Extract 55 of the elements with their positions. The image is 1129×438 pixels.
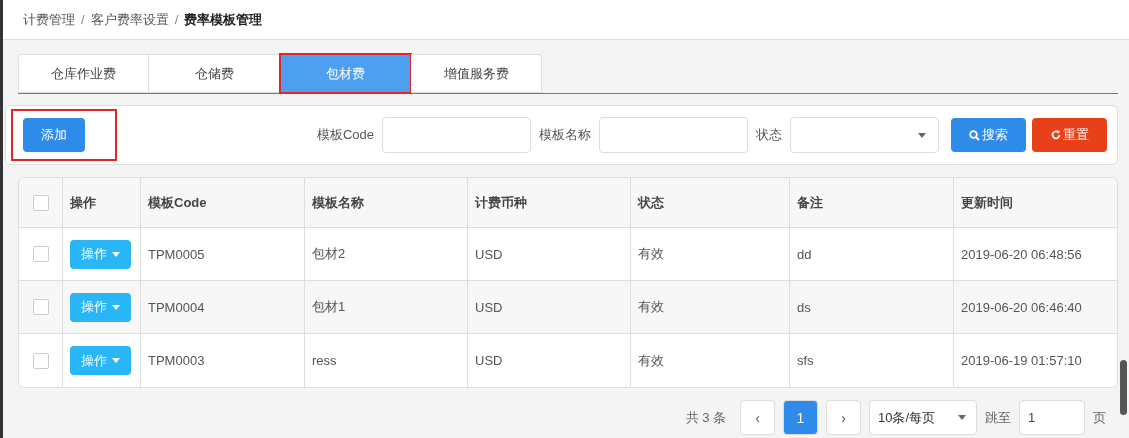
jump-label: 跳至 <box>985 408 1011 427</box>
filter-label: 状态 <box>756 126 782 144</box>
add-button[interactable]: 添加 <box>23 118 85 152</box>
status-select[interactable] <box>790 117 939 153</box>
table-cell: 2019-06-20 06:46:40 <box>954 281 1117 334</box>
refresh-icon <box>1050 130 1061 140</box>
table-cell: 包材1 <box>305 281 468 334</box>
tab[interactable]: 仓库作业费 <box>18 54 149 93</box>
scrollbar-thumb[interactable] <box>1120 360 1127 415</box>
checkbox[interactable] <box>32 352 49 369</box>
checkbox[interactable] <box>32 194 49 211</box>
column-header: 操作 <box>63 178 141 228</box>
total-count: 共 3 条 <box>685 408 726 427</box>
reset-button[interactable]: 重置 <box>1032 118 1107 152</box>
caret-icon <box>112 251 120 257</box>
page-jump-input[interactable]: 1 <box>1019 400 1085 435</box>
table-cell: ds <box>790 281 954 334</box>
breadcrumb-separator: / <box>174 12 179 27</box>
input-field[interactable] <box>382 117 531 153</box>
table-cell: TPM0005 <box>141 228 305 281</box>
column-header: 状态 <box>631 178 790 228</box>
checkbox[interactable] <box>32 246 49 262</box>
filter-label: 模板名称 <box>539 126 591 144</box>
caret-icon <box>958 415 966 420</box>
search-button[interactable]: 搜索 <box>951 118 1026 152</box>
table-cell: 有效 <box>631 228 790 281</box>
tab[interactable]: 增值服务费 <box>411 54 542 93</box>
table-cell: dd <box>790 228 954 281</box>
filter-label: 模板Code <box>316 126 374 144</box>
breadcrumb-separator: / <box>81 12 85 27</box>
breadcrumb-item: 费率模板管理 <box>184 10 263 29</box>
page-size-select[interactable]: 10条/每页 <box>869 400 977 435</box>
column-header: 模板Code <box>141 178 305 228</box>
table-cell: 包材2 <box>305 228 468 281</box>
tab[interactable]: 仓储费 <box>149 54 280 93</box>
column-header: 更新时间 <box>954 178 1117 228</box>
caret-icon <box>112 358 120 363</box>
column-header: 模板名称 <box>305 178 468 228</box>
breadcrumb-item[interactable]: 计费管理 <box>23 10 75 29</box>
prev-page-button[interactable]: ‹ <box>740 400 775 435</box>
table-cell: USD <box>468 228 631 281</box>
table-cell: TPM0004 <box>141 281 305 334</box>
next-page-button[interactable]: › <box>826 400 861 435</box>
caret-icon <box>918 132 926 138</box>
page-unit-label: 页 <box>1093 408 1106 427</box>
page-button[interactable]: 1 <box>783 400 818 435</box>
checkbox[interactable] <box>32 299 49 315</box>
input-field[interactable] <box>599 117 748 153</box>
caret-icon <box>112 304 120 310</box>
column-header: 计费币种 <box>468 178 631 228</box>
breadcrumb-item[interactable]: 客户费率设置 <box>90 10 169 29</box>
table-cell: USD <box>468 281 631 334</box>
search-icon <box>969 129 980 141</box>
table-cell: 有效 <box>631 281 790 334</box>
column-header: 备注 <box>790 178 954 228</box>
